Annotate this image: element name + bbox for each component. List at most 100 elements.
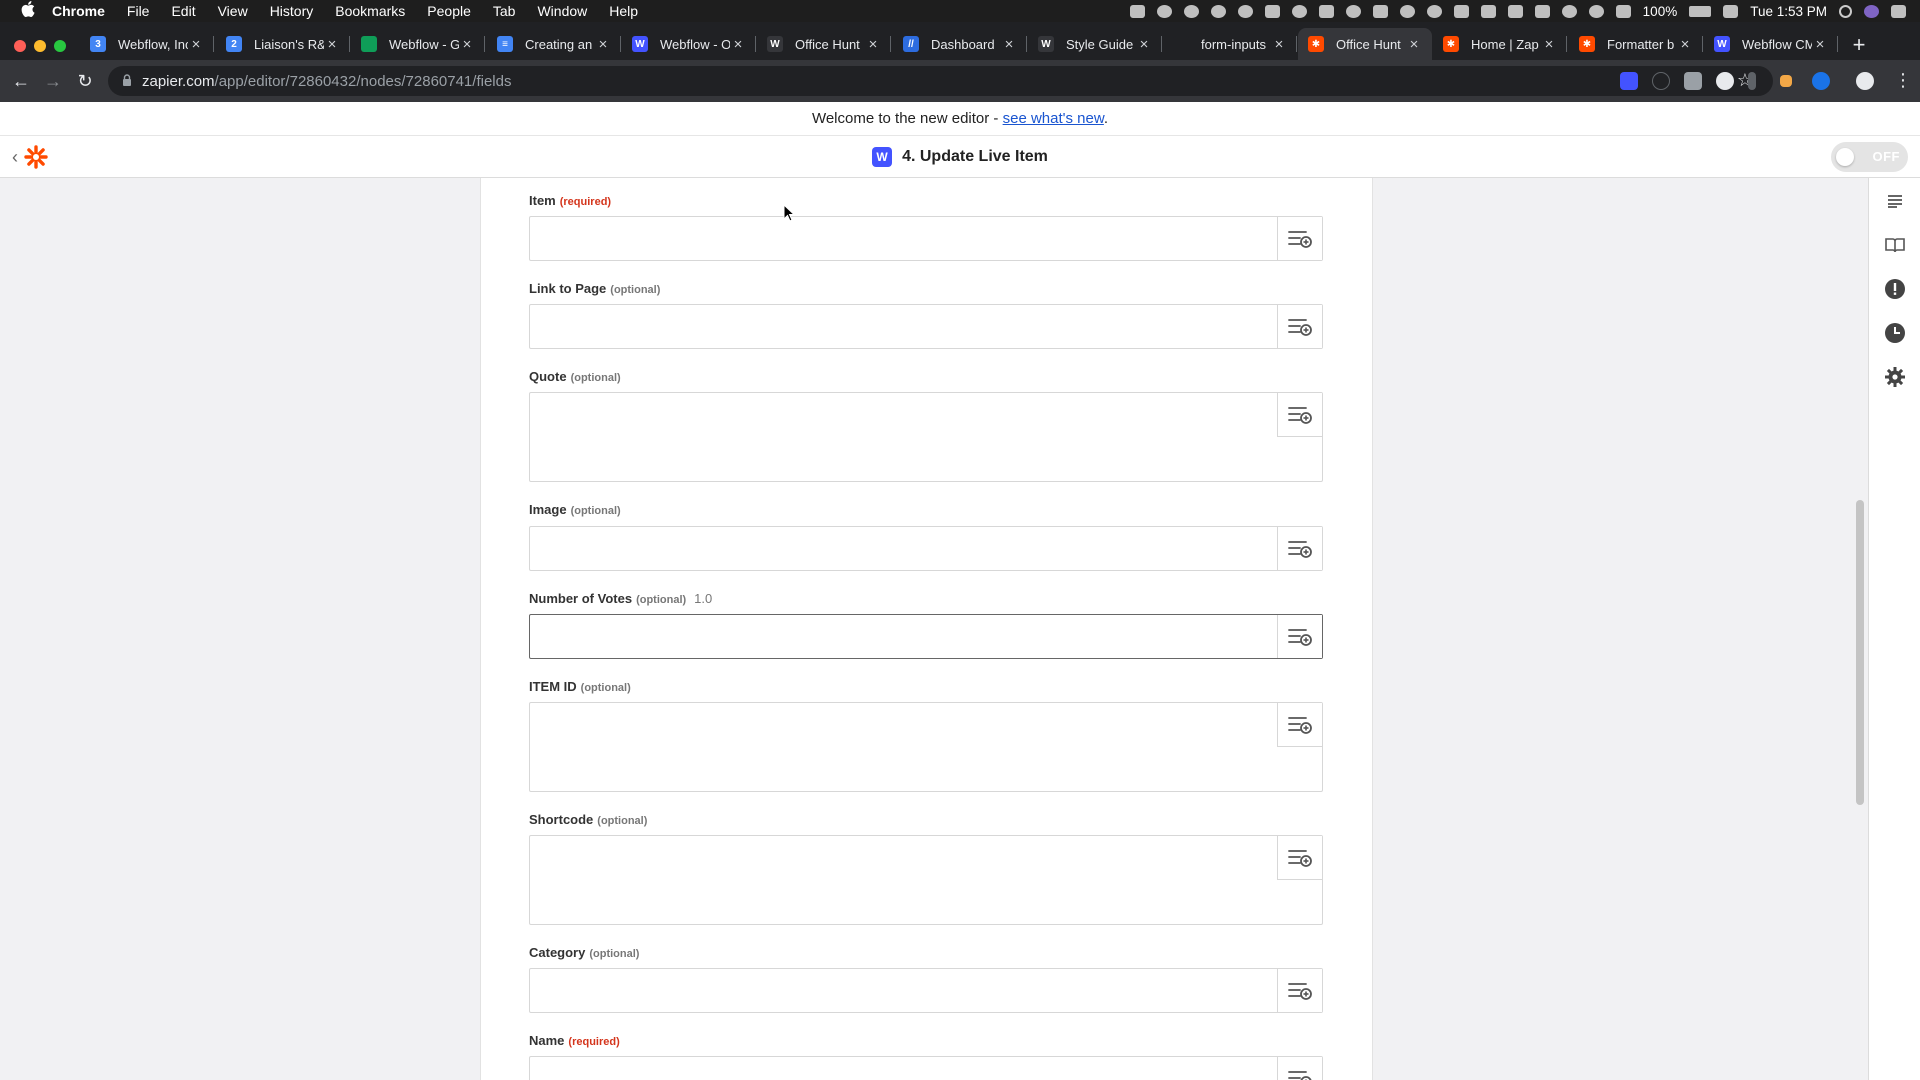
apple-menu-icon[interactable] [20,1,36,21]
cloud-icon[interactable] [1183,4,1199,18]
tab-close-icon[interactable]: × [1406,36,1422,53]
menu-people[interactable]: People [427,3,471,19]
time-machine-icon[interactable] [1561,4,1577,18]
eye-icon[interactable] [1426,4,1442,18]
dropbox-icon[interactable] [1264,4,1280,18]
tab-close-icon[interactable]: × [1541,36,1557,53]
history-icon[interactable] [1884,322,1906,344]
link-to-page-input[interactable] [530,305,1277,348]
browser-tab[interactable]: form-inputs × [1163,28,1297,60]
insert-data-button-item[interactable] [1277,217,1322,260]
reload-button[interactable]: ↻ [74,70,96,92]
menu-help[interactable]: Help [609,3,638,19]
leaf-icon[interactable] [1453,4,1469,18]
menu-window[interactable]: Window [537,3,587,19]
tab-close-icon[interactable]: × [1271,36,1287,53]
tab-close-icon[interactable]: × [730,36,746,53]
extension-w-icon[interactable] [1684,72,1702,90]
menu-file[interactable]: File [127,3,150,19]
browser-tab[interactable]: // Dashboard × [893,28,1027,60]
item-id-input[interactable] [530,703,1277,791]
tab-close-icon[interactable]: × [865,36,881,53]
new-tab-button[interactable]: + [1848,34,1870,56]
insert-data-button-quote[interactable] [1277,393,1322,437]
tab-close-icon[interactable]: × [1001,36,1017,53]
tab-close-icon[interactable]: × [188,36,204,53]
outline-icon[interactable] [1884,190,1906,212]
tab-close-icon[interactable]: × [595,36,611,53]
step-title[interactable]: 4. Update Live Item [902,148,1048,166]
menu-edit[interactable]: Edit [171,3,195,19]
forward-button[interactable]: → [42,70,64,92]
guide-icon[interactable] [1884,234,1906,256]
settings-icon[interactable] [1884,366,1906,388]
grid-icon[interactable] [1372,4,1388,18]
browser-tab[interactable]: 3 Webflow, Inc × [80,28,214,60]
url-text[interactable]: zapier.com/app/editor/72860432/nodes/728… [142,73,511,90]
image-input[interactable] [530,527,1277,570]
category-input[interactable] [530,969,1277,1012]
profile-avatar[interactable] [1856,72,1874,90]
extension-arrow-icon[interactable] [1748,72,1756,90]
extension-amazon-icon[interactable] [1780,75,1792,87]
menu-tab[interactable]: Tab [493,3,516,19]
window-close-icon[interactable] [14,40,26,52]
number-of-votes-input[interactable] [530,615,1277,658]
browser-tab[interactable]: W Style Guide × [1028,28,1162,60]
menu-view[interactable]: View [218,3,248,19]
tab-close-icon[interactable]: × [459,36,475,53]
tab-close-icon[interactable]: × [1812,36,1828,53]
window-icon[interactable] [1480,4,1496,18]
battery-icon[interactable] [1689,5,1712,17]
tab-close-icon[interactable]: × [1136,36,1152,53]
insert-data-button-category[interactable] [1277,969,1322,1012]
volume-icon[interactable] [1615,4,1631,18]
browser-tab[interactable]: 2 Liaison's R& × [216,28,350,60]
insert-data-button-number-of-votes[interactable] [1277,615,1322,658]
insert-data-button-link-to-page[interactable] [1277,305,1322,348]
extension-circle-icon[interactable] [1716,72,1734,90]
menubar-clock[interactable]: Tue 1:53 PM [1750,4,1827,19]
menu-history[interactable]: History [270,3,314,19]
zap-on-off-toggle[interactable]: OFF [1831,142,1908,172]
airplay-icon[interactable] [1534,4,1550,18]
window-minimize-icon[interactable] [34,40,46,52]
insert-data-button-name[interactable] [1277,1057,1322,1080]
item-input[interactable] [530,217,1277,260]
weather-icon[interactable] [1399,4,1415,18]
menu-app-name[interactable]: Chrome [52,3,105,19]
insert-data-button-item-id[interactable] [1277,703,1322,747]
siri-icon[interactable] [1864,4,1879,18]
vpn-icon[interactable] [1237,4,1253,18]
panel-scrollbar[interactable] [1856,500,1864,805]
wifi-icon[interactable] [1588,4,1604,18]
extension-blue-icon[interactable] [1812,72,1830,90]
browser-tab[interactable]: ≡ Creating an × [487,28,621,60]
menu-bookmarks[interactable]: Bookmarks [335,3,405,19]
shortcode-input[interactable] [530,836,1277,924]
address-bar[interactable]: zapier.com/app/editor/72860432/nodes/728… [108,66,1773,96]
insert-data-button-image[interactable] [1277,527,1322,570]
pin-icon[interactable] [1210,4,1226,18]
tab-close-icon[interactable]: × [324,36,340,53]
spotlight-icon[interactable] [1839,4,1852,18]
battery-percent[interactable]: 100% [1643,4,1678,19]
browser-tab[interactable]: W Office Hunt × [757,28,891,60]
target-icon[interactable] [1345,4,1361,18]
extension-webflow-icon[interactable] [1620,72,1638,90]
browser-tab[interactable]: ✱ Formatter b × [1569,28,1703,60]
notification-center-icon[interactable] [1891,4,1906,18]
shield-icon[interactable] [1156,4,1172,18]
whats-new-link[interactable]: see what's new [1003,110,1104,127]
screen-record-icon[interactable] [1129,4,1145,18]
chrome-menu-icon[interactable]: ⋮ [1894,70,1912,91]
insert-data-button-shortcode[interactable] [1277,836,1322,880]
browser-tab[interactable]: W Webflow CM × [1704,28,1838,60]
browser-tab[interactable]: ✱ Office Hunt × [1298,28,1432,60]
back-button[interactable]: ← [10,70,32,92]
name-input[interactable] [530,1057,1277,1080]
quote-input[interactable] [530,393,1277,481]
alert-icon[interactable] [1884,278,1906,300]
phone-icon[interactable] [1318,4,1334,18]
calendar-icon[interactable] [1723,4,1739,18]
